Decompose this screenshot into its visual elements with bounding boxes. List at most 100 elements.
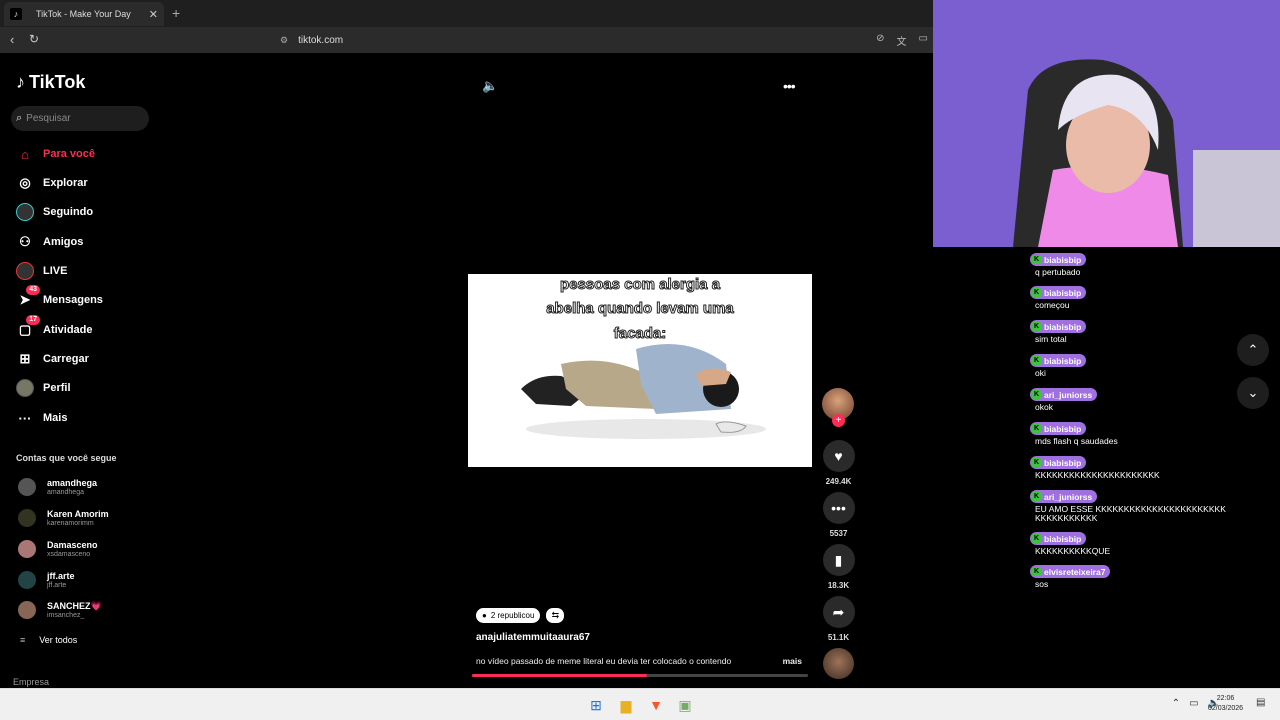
nav-item-atividade[interactable]: ▢ 17 Atividade <box>16 315 93 340</box>
search-input[interactable]: ⌕ Pesquisar <box>11 106 149 131</box>
list-icon: ≡ <box>20 635 26 645</box>
following-account[interactable]: Karen Amorim karenamorimm <box>18 507 109 529</box>
following-account[interactable]: amandhega amandhega <box>18 476 97 498</box>
tracking-blocked-icon[interactable]: ⊘ <box>876 33 884 48</box>
chat-username[interactable]: Kari_juniorss <box>1030 490 1098 503</box>
message-icon: ➤ 43 <box>16 285 40 309</box>
like-button[interactable]: ♥ 249.4K <box>822 440 855 486</box>
reload-icon[interactable]: ↻ <box>29 32 39 46</box>
bookmark-icon: ▮ <box>822 544 855 576</box>
chat-username[interactable]: Kbiabisbip <box>1030 354 1087 367</box>
chat-message: Kbiabisbip sim total <box>1030 315 1270 344</box>
network-icon[interactable]: ▭ <box>1189 698 1198 709</box>
repost-label: 2 republicou <box>490 611 535 620</box>
tiktok-note-icon: ♪ <box>16 72 25 92</box>
chat-text: EU AMO ESSE KKKKKKKKKKKKKKKKKKKKKKKKKKKK… <box>1035 504 1226 523</box>
chat-username[interactable]: Kbiabisbip <box>1030 532 1087 545</box>
nav-item-carregar[interactable]: ⊞ Carregar <box>16 349 89 369</box>
more-options-icon[interactable]: ••• <box>783 78 796 94</box>
save-button[interactable]: ▮ 18.3K <box>822 544 855 590</box>
repost-pill[interactable]: ● 2 republicou <box>476 608 541 623</box>
back-icon[interactable]: ‹ <box>10 32 14 47</box>
chat-text: KKKKKKKKKKQUE <box>1035 546 1111 556</box>
username-text: biabisbip <box>1044 254 1082 265</box>
notification-icon[interactable]: ▤ <box>1256 697 1265 708</box>
repost-avatar-icon: ● <box>482 611 487 620</box>
more-link[interactable]: mais <box>783 656 802 666</box>
nav-label: Perfil <box>43 382 71 394</box>
chat-message: Kbiabisbip KKKKKKKKKKQUE <box>1030 527 1270 556</box>
volume-icon[interactable]: 🔈 <box>482 78 498 94</box>
username-text: biabisbip <box>1044 287 1082 298</box>
chat-username[interactable]: Kari_juniorss <box>1030 388 1098 401</box>
chat-username[interactable]: Kbiabisbip <box>1030 286 1087 299</box>
clock-date: 02/03/2026 <box>1208 705 1244 712</box>
music-disc-icon[interactable] <box>823 648 854 679</box>
follow-plus-icon[interactable]: + <box>832 414 845 427</box>
chat-username[interactable]: Kbiabisbip <box>1030 456 1087 469</box>
nav-item-para-voce[interactable]: ⌂ Para você <box>16 144 95 164</box>
chat-text: q pertubado <box>1035 267 1081 277</box>
chat-badge-icon: K <box>1032 322 1041 331</box>
activity-icon: ▢ 17 <box>16 315 40 339</box>
chat-text: começou <box>1035 300 1070 310</box>
close-tab-icon[interactable]: ✕ <box>149 8 158 21</box>
chat-text: sos <box>1035 579 1049 589</box>
home-icon: ⌂ <box>21 146 29 162</box>
account-name: Damasceno <box>47 539 98 550</box>
chat-username[interactable]: Kbiabisbip <box>1030 422 1087 435</box>
chat-badge-icon: K <box>1032 424 1041 433</box>
taskbar-clock[interactable]: 22:06 02/03/2026 <box>1208 694 1243 714</box>
nav-label: Explorar <box>43 177 88 189</box>
nav-item-seguindo[interactable]: Seguindo <box>16 202 93 222</box>
company-link[interactable]: Empresa <box>13 677 49 687</box>
new-tab-button[interactable]: + <box>172 5 180 21</box>
brave-browser-icon[interactable]: ▼ <box>645 694 667 716</box>
video-progress-bar[interactable] <box>472 674 808 677</box>
nav-item-explorar[interactable]: ◎ Explorar <box>16 173 88 193</box>
chat-username[interactable]: Kbiabisbip <box>1030 320 1087 333</box>
nav-item-mais[interactable]: ··· Mais <box>16 408 68 428</box>
chat-message: Kbiabisbip oki <box>1030 349 1270 378</box>
username-text: ari_juniorss <box>1044 389 1093 400</box>
chat-badge-icon: K <box>1032 356 1041 365</box>
see-all-link[interactable]: ≡ Ver todos <box>20 635 77 645</box>
site-info-icon[interactable]: ⚙ <box>280 35 288 46</box>
following-account[interactable]: jff.arte jff.arte <box>18 569 75 591</box>
nav-item-perfil[interactable]: Perfil <box>16 378 71 398</box>
nav-label: Mensagens <box>43 294 103 306</box>
browser-tab[interactable]: ♪ TikTok - Make Your Day ✕ <box>4 2 164 26</box>
comment-icon: ••• <box>822 492 855 524</box>
author-name[interactable]: anajuliatemmuitaaura67 <box>476 632 590 643</box>
account-name: jff.arte <box>47 570 75 581</box>
account-name: Karen Amorim <box>47 508 109 519</box>
windows-start-icon[interactable]: ⊞ <box>585 694 607 716</box>
app-icon[interactable]: ▣ <box>674 694 696 716</box>
nav-item-live[interactable]: LIVE <box>16 261 67 281</box>
logo-text: TikTok <box>29 72 86 92</box>
address-bar[interactable]: ⚙ tiktok.com <box>280 31 930 49</box>
file-explorer-icon[interactable]: ▆ <box>615 694 637 716</box>
repost-icon[interactable]: ⇆ <box>546 608 565 623</box>
tiktok-logo[interactable]: ♪ TikTok <box>16 72 85 93</box>
comment-button[interactable]: ••• 5537 <box>822 492 855 538</box>
translate-icon[interactable]: 文 <box>897 33 907 48</box>
cast-icon[interactable]: ▭ <box>919 33 928 48</box>
video-player[interactable]: pessoas com alergia a abelha quando leva… <box>468 274 812 467</box>
chat-username[interactable]: Kbiabisbip <box>1030 253 1087 266</box>
share-button[interactable]: ➦ 51.1K <box>822 596 855 642</box>
chat-badge-icon: K <box>1032 567 1041 576</box>
following-account[interactable]: SANCHEZ💗 imsanchez_ <box>18 599 102 621</box>
following-account[interactable]: Damasceno xsdamasceno <box>18 538 98 560</box>
nav-item-amigos[interactable]: ⚇ Amigos <box>16 232 83 252</box>
video-caption-line: abelha quando levam uma <box>546 300 735 318</box>
avatar <box>18 509 36 527</box>
username-text: biabisbip <box>1044 457 1082 468</box>
account-name: SANCHEZ💗 <box>47 600 102 611</box>
chevron-up-icon[interactable]: ⌃ <box>1172 698 1180 709</box>
nav-item-mensagens[interactable]: ➤ 43 Mensagens <box>16 285 103 310</box>
account-handle: amandhega <box>47 488 84 496</box>
toolbar-icons: ⊘ 文 ▭ <box>876 33 928 48</box>
chat-username[interactable]: Kelvisreteixeira7 <box>1030 565 1111 578</box>
username-text: biabisbip <box>1044 321 1082 332</box>
